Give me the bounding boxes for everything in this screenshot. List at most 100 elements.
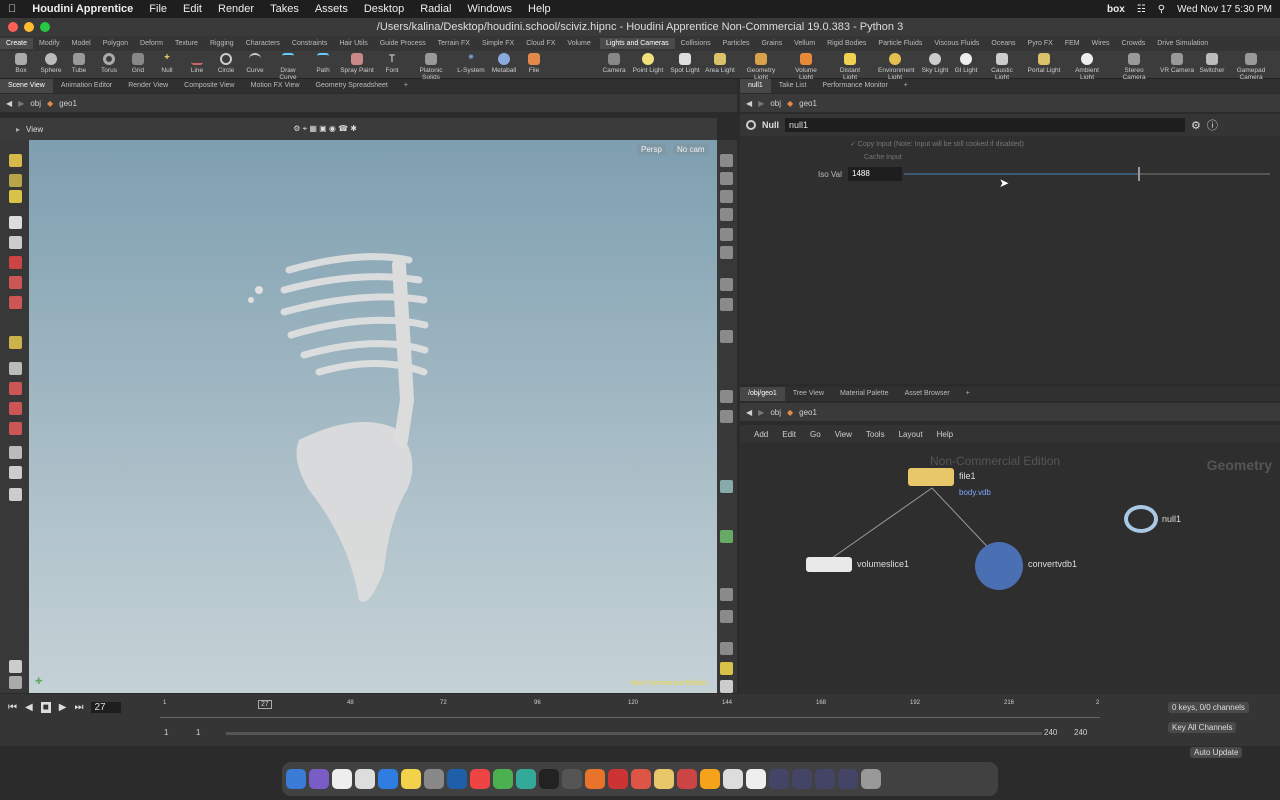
tool-tube[interactable]: Tube bbox=[62, 53, 96, 74]
display-option-icon[interactable] bbox=[720, 480, 733, 493]
outlook-icon[interactable] bbox=[447, 769, 467, 789]
tool-lsystem[interactable]: ❋ L-System bbox=[454, 53, 488, 74]
path-obj[interactable]: obj bbox=[770, 408, 781, 417]
back-arrow-icon[interactable]: ◀ bbox=[746, 99, 752, 108]
add-tab-icon[interactable]: + bbox=[896, 79, 916, 93]
pose-icon[interactable] bbox=[9, 488, 22, 501]
info-icon[interactable] bbox=[720, 642, 733, 655]
display-option-icon[interactable] bbox=[720, 246, 733, 259]
shelf-tab[interactable]: Guide Process bbox=[374, 38, 432, 49]
tool-box[interactable]: Box bbox=[4, 53, 38, 74]
cache-input-toggle[interactable]: Cache Input bbox=[864, 154, 902, 161]
node-volumeslice1[interactable] bbox=[806, 557, 852, 572]
powerpoint-icon[interactable] bbox=[631, 769, 651, 789]
shelf-tab-lights[interactable]: Lights and Cameras bbox=[600, 38, 675, 49]
finder-icon[interactable] bbox=[286, 769, 306, 789]
window-thumbnail-icon[interactable] bbox=[815, 769, 835, 789]
tool-gi-light[interactable]: GI Light bbox=[949, 53, 983, 74]
menu-edit[interactable]: Edit bbox=[183, 3, 202, 15]
shelf-tab[interactable]: Rigging bbox=[204, 38, 240, 49]
display-option-icon[interactable] bbox=[720, 278, 733, 291]
tool-geometry-light[interactable]: Geometry Light bbox=[744, 53, 778, 81]
tab-motion-fx-view[interactable]: Motion FX View bbox=[243, 79, 308, 93]
display-option-icon[interactable] bbox=[720, 588, 733, 601]
menu-go[interactable]: Go bbox=[810, 430, 821, 439]
menu-windows[interactable]: Windows bbox=[467, 3, 512, 15]
tab-performance-monitor[interactable]: Performance Monitor bbox=[814, 79, 895, 93]
tool-distant-light[interactable]: Distant Light bbox=[833, 53, 867, 81]
tool-platonic[interactable]: Platonic Solids bbox=[414, 53, 448, 81]
document-icon[interactable] bbox=[746, 769, 766, 789]
calendar-icon[interactable] bbox=[332, 769, 352, 789]
play-icon[interactable]: ▶ bbox=[59, 702, 67, 713]
shelf-tab-create[interactable]: Create bbox=[0, 38, 34, 49]
tool-caustic-light[interactable]: Caustic Light bbox=[985, 53, 1019, 81]
window-thumbnail-icon[interactable] bbox=[838, 769, 858, 789]
eye-icon[interactable] bbox=[720, 680, 733, 693]
minimize-button[interactable] bbox=[24, 22, 34, 32]
settings-icon[interactable] bbox=[424, 769, 444, 789]
messages-icon[interactable] bbox=[516, 769, 536, 789]
display-option-icon[interactable] bbox=[720, 530, 733, 543]
display-icon[interactable] bbox=[9, 676, 22, 689]
shelf-tab[interactable]: Vellum bbox=[788, 38, 821, 49]
tool-stereo-camera[interactable]: Stereo Camera bbox=[1117, 53, 1151, 81]
path-geo[interactable]: geo1 bbox=[799, 99, 817, 108]
tool-path[interactable]: Path bbox=[306, 53, 340, 74]
tab-tree-view[interactable]: Tree View bbox=[785, 387, 832, 401]
viewport-options-icon[interactable]: ⚙ ⌖ ▦ ▣ ◉ ☎ ✱ bbox=[293, 124, 357, 134]
copy-input-toggle[interactable]: ✓ Copy Input (Note: Input will be still … bbox=[850, 140, 1024, 148]
sublime-icon[interactable] bbox=[700, 769, 720, 789]
globe-icon[interactable] bbox=[9, 466, 22, 479]
shelf-tab[interactable]: Collisions bbox=[675, 38, 717, 49]
node-convertvdb1[interactable] bbox=[975, 542, 1023, 590]
shelf-tab[interactable]: Modify bbox=[33, 38, 66, 49]
apple-icon[interactable]:  bbox=[8, 3, 16, 15]
grid-display-icon[interactable] bbox=[720, 662, 733, 675]
tab-render-view[interactable]: Render View bbox=[120, 79, 176, 93]
menu-radial[interactable]: Radial bbox=[420, 3, 451, 15]
shelf-tab[interactable]: Hair Utils bbox=[333, 38, 373, 49]
jump-end-icon[interactable]: ⏭ bbox=[74, 702, 83, 713]
reminders-icon[interactable] bbox=[355, 769, 375, 789]
app-icon[interactable] bbox=[677, 769, 697, 789]
select-geo-icon[interactable] bbox=[9, 174, 22, 187]
menu-file[interactable]: File bbox=[149, 3, 167, 15]
tab-take-list[interactable]: Take List bbox=[771, 79, 815, 93]
add-tab-icon[interactable]: + bbox=[958, 387, 978, 401]
display-option-icon[interactable] bbox=[720, 330, 733, 343]
forward-arrow-icon[interactable]: ▶ bbox=[758, 99, 764, 108]
clock[interactable]: Wed Nov 17 5:30 PM bbox=[1177, 4, 1272, 15]
path-geo[interactable]: geo1 bbox=[59, 99, 77, 108]
scale-icon[interactable] bbox=[9, 296, 22, 309]
tool-file[interactable]: File bbox=[517, 53, 551, 74]
range-slider[interactable] bbox=[226, 732, 1042, 735]
add-tab-icon[interactable]: + bbox=[396, 79, 416, 93]
shelf-tab[interactable]: Wires bbox=[1086, 38, 1116, 49]
wifi-icon[interactable]: ☷ bbox=[1137, 4, 1146, 15]
display-option-icon[interactable] bbox=[720, 172, 733, 185]
menu-add[interactable]: Add bbox=[754, 430, 768, 439]
menu-edit[interactable]: Edit bbox=[782, 430, 796, 439]
tool-portal-light[interactable]: Portal Light bbox=[1027, 53, 1061, 74]
tool-area-light[interactable]: Area Light bbox=[703, 53, 737, 74]
window-thumbnail-icon[interactable] bbox=[769, 769, 789, 789]
display-option-icon[interactable] bbox=[720, 228, 733, 241]
app-name[interactable]: Houdini Apprentice bbox=[32, 3, 133, 15]
calculator-icon[interactable] bbox=[562, 769, 582, 789]
iso-val-field[interactable]: 1488 bbox=[848, 167, 902, 181]
acrobat-icon[interactable] bbox=[608, 769, 628, 789]
playhead[interactable]: 27 bbox=[258, 700, 272, 709]
display-option-icon[interactable] bbox=[720, 298, 733, 311]
shelf-tab[interactable]: Pyro FX bbox=[1022, 38, 1059, 49]
box-icon[interactable]: box bbox=[1107, 4, 1125, 15]
stop-icon[interactable]: ■ bbox=[40, 702, 51, 713]
magnet-icon[interactable] bbox=[9, 422, 22, 435]
tool-switcher[interactable]: Switcher bbox=[1195, 53, 1229, 74]
tab-obj-geo1[interactable]: /obj/geo1 bbox=[740, 387, 785, 401]
range-start[interactable]: 1 bbox=[164, 728, 168, 737]
node-file1[interactable] bbox=[908, 468, 954, 486]
menu-tools[interactable]: Tools bbox=[866, 430, 885, 439]
current-frame-field[interactable]: 27 bbox=[91, 702, 122, 713]
tab-asset-browser[interactable]: Asset Browser bbox=[897, 387, 958, 401]
